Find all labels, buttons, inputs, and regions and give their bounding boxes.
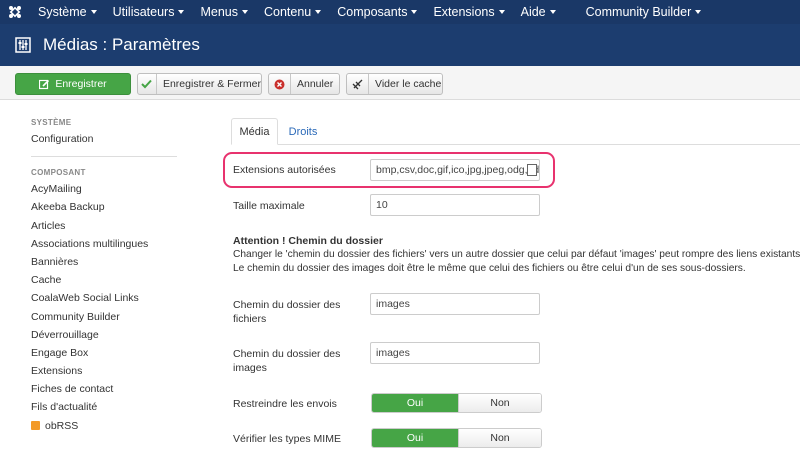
- toolbar: Enregistrer Enregistrer & Fermer Annuler…: [0, 66, 800, 100]
- image-path-label: Chemin du dossier des images: [233, 348, 341, 374]
- save-and-close-button[interactable]: Enregistrer & Fermer: [137, 73, 262, 95]
- sidebar-item-extensions[interactable]: Extensions: [31, 362, 177, 380]
- sidebar-item-acymailing[interactable]: AcyMailing: [31, 180, 177, 198]
- page-title: Médias : Paramètres: [43, 35, 200, 54]
- caret-down-icon: [242, 10, 248, 14]
- sidebar-item-articles[interactable]: Articles: [31, 217, 177, 235]
- sidebar-item-akeeba-backup[interactable]: Akeeba Backup: [31, 198, 177, 216]
- rss-icon: [31, 421, 40, 431]
- restrict-uploads-yes[interactable]: Oui: [372, 394, 458, 412]
- image-path-input[interactable]: images: [370, 342, 540, 364]
- sidebar-item-cache[interactable]: Cache: [31, 271, 177, 289]
- sidebar: SYSTÈME Configuration COMPOSANT AcyMaili…: [31, 118, 177, 435]
- clear-cache-button[interactable]: Vider le cache: [346, 73, 443, 95]
- joomla-logo-icon[interactable]: [0, 0, 30, 24]
- tab-bar: Média Droits: [231, 118, 800, 145]
- sliders-icon: [15, 37, 31, 53]
- caret-down-icon: [411, 10, 418, 14]
- sidebar-item-contacts[interactable]: Fiches de contact: [31, 380, 177, 398]
- menu-system[interactable]: Système: [30, 0, 105, 24]
- save-button[interactable]: Enregistrer: [15, 73, 131, 95]
- cancel-icon: [269, 74, 291, 94]
- file-path-label: Chemin du dossier des fichiers: [233, 299, 341, 325]
- menu-content[interactable]: Contenu: [256, 0, 329, 24]
- check-mime-yes[interactable]: Oui: [372, 429, 458, 447]
- sidebar-item-community-builder[interactable]: Community Builder: [31, 308, 177, 326]
- cancel-button[interactable]: Annuler: [268, 73, 340, 95]
- max-size-input[interactable]: 10: [370, 194, 540, 216]
- caret-down-icon: [549, 10, 556, 14]
- top-menu-bar: Système Utilisateurs Menus Contenu Compo…: [0, 0, 800, 24]
- resize-handle-icon[interactable]: [527, 164, 537, 176]
- warning-text-line1: Changer le 'chemin du dossier des fichie…: [233, 249, 800, 260]
- caret-down-icon: [315, 10, 322, 14]
- edit-icon: [39, 74, 50, 94]
- sidebar-item-banners[interactable]: Bannières: [31, 253, 177, 271]
- caret-down-icon: [498, 10, 505, 14]
- extensions-textarea[interactable]: bmp,csv,doc,gif,ico,jpg,jpeg,odg,odp,ods…: [370, 159, 540, 181]
- check-mime-label: Vérifier les types MIME: [233, 433, 341, 445]
- caret-down-icon: [178, 10, 185, 14]
- sidebar-heading-component: COMPOSANT: [31, 168, 86, 178]
- sidebar-item-unlock[interactable]: Déverrouillage: [31, 326, 177, 344]
- sidebar-item-newsfeeds[interactable]: Fils d'actualité: [31, 398, 177, 416]
- extensions-label: Extensions autorisées: [233, 164, 336, 176]
- check-mime-no[interactable]: Non: [458, 429, 541, 447]
- sidebar-item-obrss[interactable]: obRSS: [31, 417, 177, 435]
- file-path-input[interactable]: images: [370, 293, 540, 315]
- restrict-uploads-toggle: Oui Non: [371, 393, 542, 413]
- sidebar-item-associations[interactable]: Associations multilingues: [31, 235, 177, 253]
- menu-help[interactable]: Aide: [513, 0, 564, 24]
- menu-extensions[interactable]: Extensions: [425, 0, 512, 24]
- warning-title: Attention ! Chemin du dossier: [233, 235, 383, 247]
- restrict-uploads-no[interactable]: Non: [458, 394, 541, 412]
- title-bar: Médias : Paramètres: [0, 24, 800, 66]
- warning-text-line2: Le chemin du dossier des images doit êtr…: [233, 263, 746, 274]
- broom-icon: [347, 74, 369, 94]
- tab-media[interactable]: Média: [231, 118, 278, 145]
- tab-rights[interactable]: Droits: [283, 118, 323, 145]
- max-size-label: Taille maximale: [233, 200, 305, 212]
- sidebar-item-configuration[interactable]: Configuration: [31, 130, 177, 148]
- sidebar-item-engage-box[interactable]: Engage Box: [31, 344, 177, 362]
- sidebar-heading-system: SYSTÈME: [31, 118, 72, 127]
- restrict-uploads-label: Restreindre les envois: [233, 398, 337, 410]
- menu-components[interactable]: Composants: [329, 0, 425, 24]
- sidebar-divider: [31, 156, 177, 158]
- sidebar-item-coalaweb[interactable]: CoalaWeb Social Links: [31, 289, 177, 307]
- check-mime-toggle: Oui Non: [371, 428, 542, 448]
- menu-menus[interactable]: Menus: [192, 0, 256, 24]
- caret-down-icon: [90, 10, 97, 14]
- menu-community-builder[interactable]: Community Builder: [578, 0, 710, 24]
- caret-down-icon: [695, 10, 702, 14]
- menu-users[interactable]: Utilisateurs: [105, 0, 193, 24]
- extensions-value: bmp,csv,doc,gif,ico,jpg,jpeg,odg,odp,ods…: [376, 164, 540, 176]
- check-icon: [138, 74, 157, 94]
